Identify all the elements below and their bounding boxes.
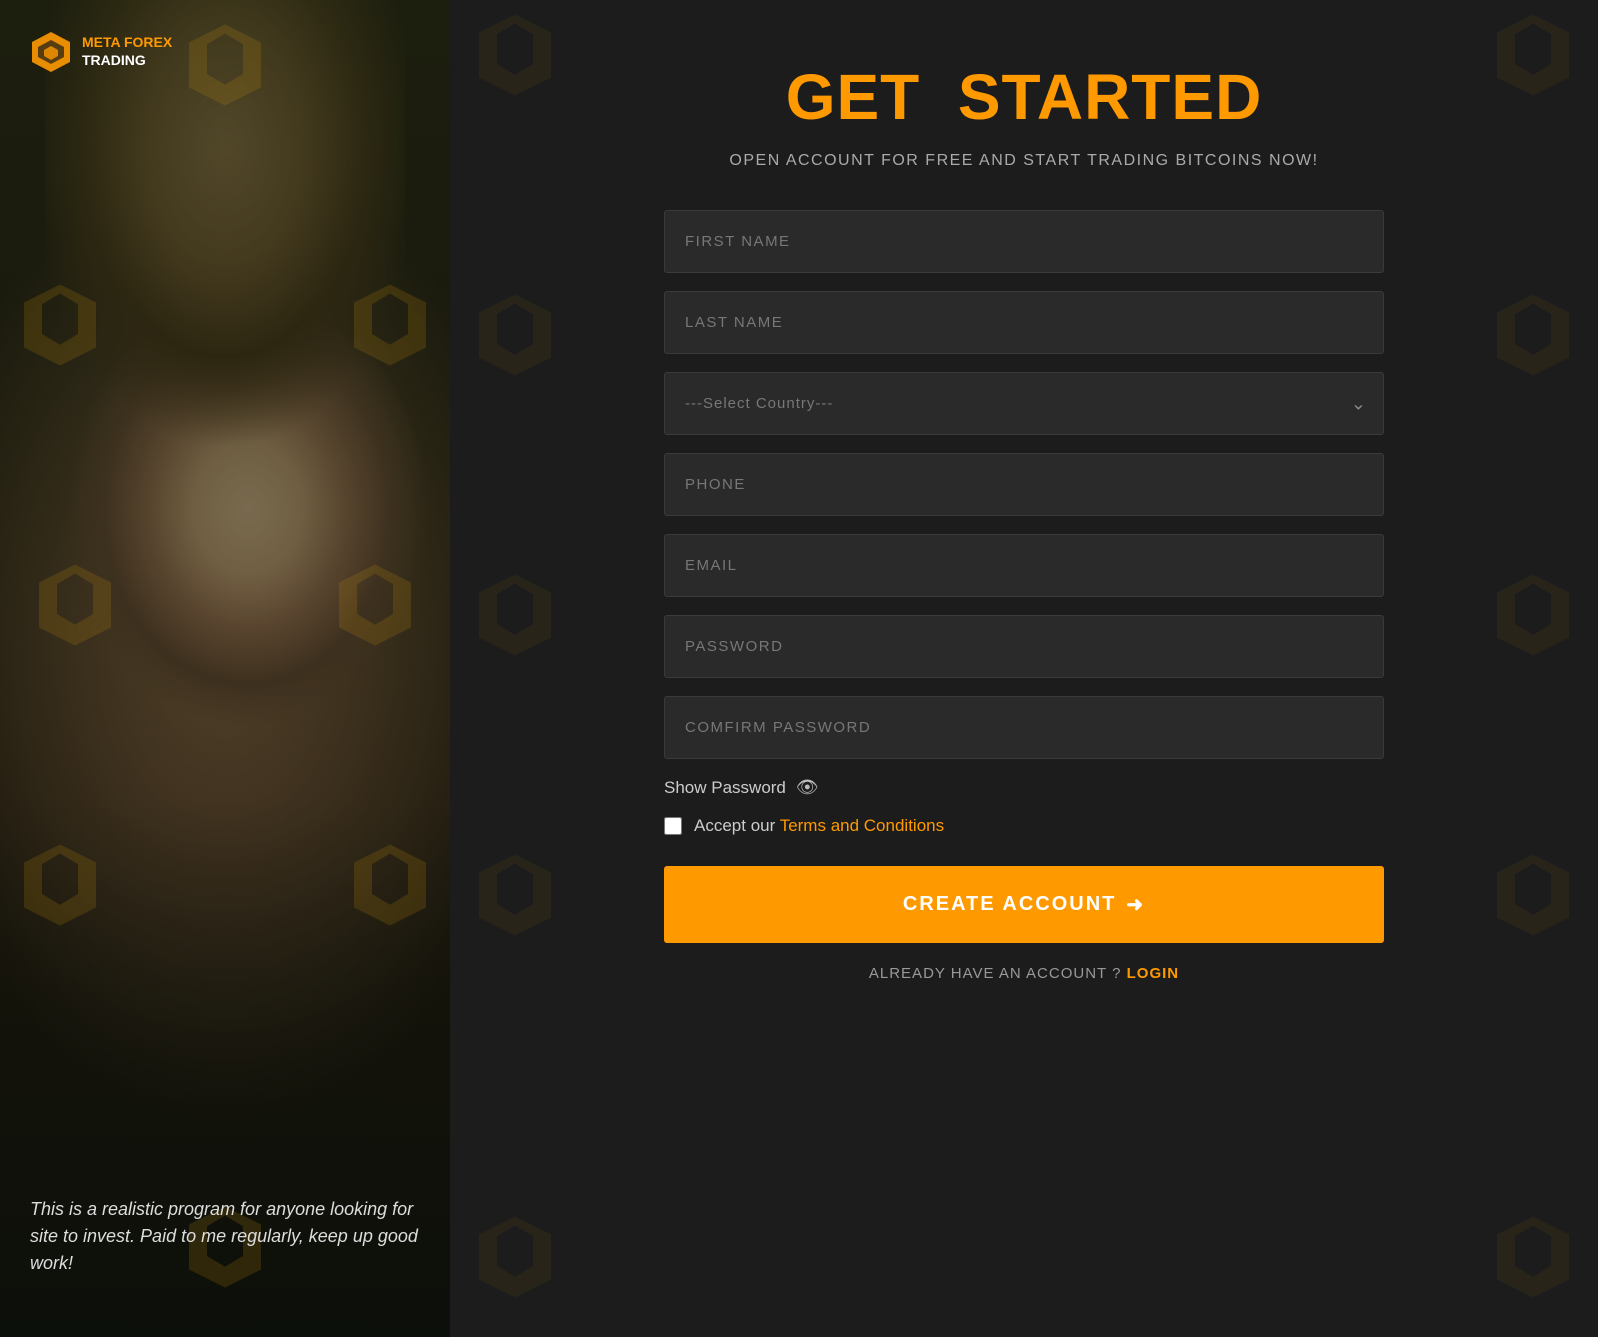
login-link[interactable]: LOGIN [1127,965,1180,982]
subtitle: OPEN ACCOUNT FOR FREE AND START TRADING … [664,152,1384,170]
email-group [664,534,1384,597]
watermark-4 [30,560,120,655]
country-select-wrapper: ---Select Country--- United States Unite… [664,372,1384,435]
watermark-5 [330,560,420,655]
login-row: ALREADY HAVE AN ACCOUNT ? LOGIN [664,965,1384,982]
eye-icon: 👁 [796,777,819,798]
right-watermark-7 [470,850,560,945]
already-have-account-label: ALREADY HAVE AN ACCOUNT ? [869,965,1122,982]
title-orange: STARTED [958,61,1262,133]
terms-link[interactable]: Terms and Conditions [780,816,944,835]
arrow-icon: ➜ [1126,892,1145,917]
terms-checkbox[interactable] [664,817,682,835]
confirm-password-group [664,696,1384,759]
form-container: GET STARTED OPEN ACCOUNT FOR FREE AND ST… [664,60,1384,982]
country-group: ---Select Country--- United States Unite… [664,372,1384,435]
right-watermark-8 [1488,850,1578,945]
logo-text: META FOREX TRADING [82,33,172,69]
country-select[interactable]: ---Select Country--- United States Unite… [664,372,1384,435]
watermark-2 [15,280,105,375]
watermark-3 [345,280,435,375]
right-panel: GET STARTED OPEN ACCOUNT FOR FREE AND ST… [450,0,1598,1337]
terms-label: Accept our Terms and Conditions [694,816,944,836]
first-name-input[interactable] [664,210,1384,273]
right-watermark-6 [1488,570,1578,665]
page-title: GET STARTED [664,60,1384,134]
password-group [664,615,1384,678]
first-name-group [664,210,1384,273]
show-password-row[interactable]: Show Password 👁 [664,777,1384,798]
show-password-label: Show Password [664,778,786,798]
confirm-password-input[interactable] [664,696,1384,759]
phone-input[interactable] [664,453,1384,516]
last-name-input[interactable] [664,291,1384,354]
right-watermark-3 [470,290,560,385]
create-account-button[interactable]: CREATE ACCOUNT ➜ [664,866,1384,943]
logo-icon [30,30,72,72]
right-watermark-9 [470,1212,560,1307]
logo: META FOREX TRADING [30,30,172,72]
watermark-1 [180,20,270,115]
right-watermark-2 [1488,10,1578,105]
email-input[interactable] [664,534,1384,597]
phone-group [664,453,1384,516]
right-watermark-5 [470,570,560,665]
terms-row: Accept our Terms and Conditions [664,816,1384,836]
title-white: GET [786,61,921,133]
watermark-7 [345,840,435,935]
last-name-group [664,291,1384,354]
right-watermark-4 [1488,290,1578,385]
right-watermark-10 [1488,1212,1578,1307]
create-account-label: CREATE ACCOUNT [903,893,1117,916]
watermark-6 [15,840,105,935]
password-input[interactable] [664,615,1384,678]
testimonial-text: This is a realistic program for anyone l… [30,1196,420,1277]
left-panel: META FOREX TRADING This is a realistic p… [0,0,450,1337]
right-watermark-1 [470,10,560,105]
overlay [0,0,450,1337]
